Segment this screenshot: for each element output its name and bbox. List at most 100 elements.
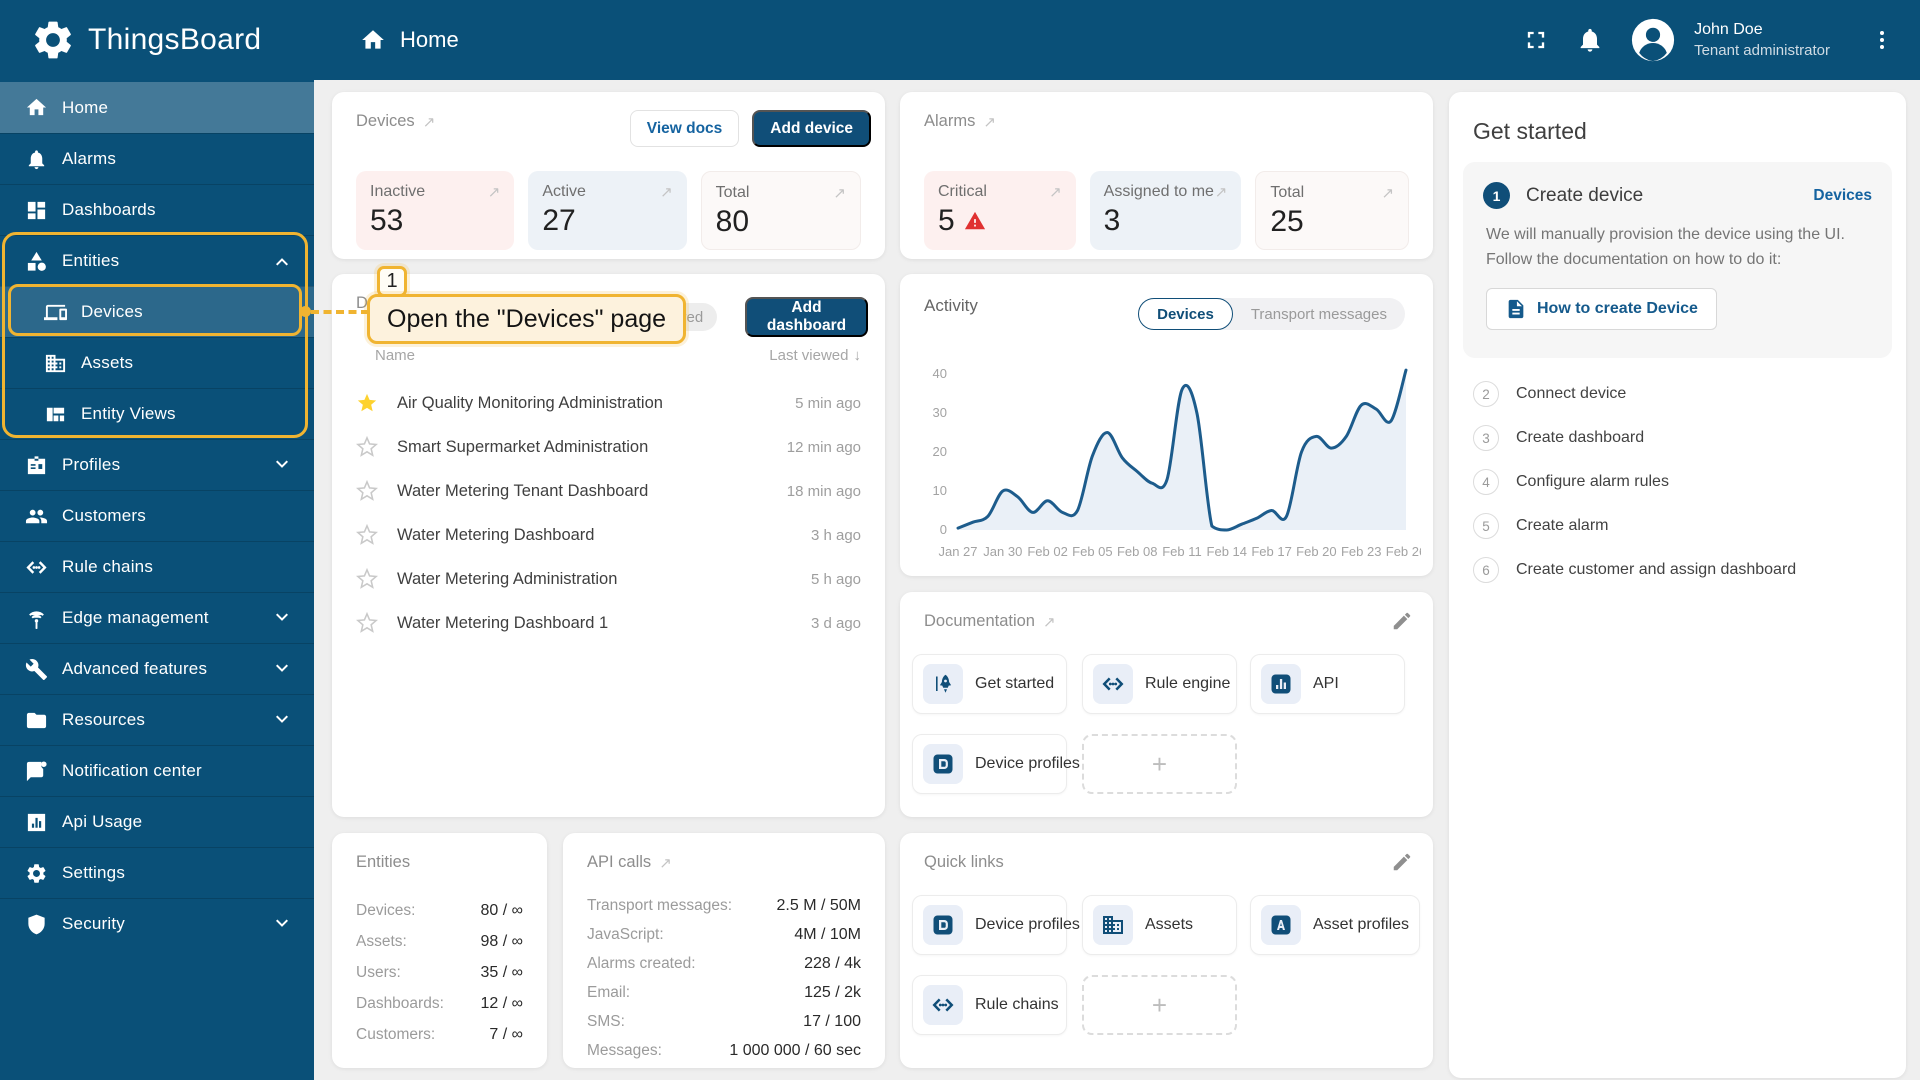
more-vert-icon[interactable]: [1870, 26, 1894, 54]
stat-value: 35 / ∞: [480, 963, 523, 981]
api-calls-card-title[interactable]: API calls ↗: [587, 853, 672, 872]
sidebar-item-profiles[interactable]: Profiles: [0, 439, 314, 490]
sidebar-item-notification-center[interactable]: Notification center: [0, 745, 314, 796]
svg-text:Feb 20: Feb 20: [1296, 544, 1336, 559]
dashboard-name[interactable]: Water Metering Dashboard 1: [397, 614, 608, 633]
dashboard-name[interactable]: Water Metering Administration: [397, 570, 617, 589]
table-row[interactable]: Water Metering Dashboard 3 h ago: [356, 513, 861, 557]
svg-text:10: 10: [933, 483, 947, 498]
star-icon[interactable]: [356, 568, 378, 590]
doc-link-api[interactable]: API: [1250, 654, 1405, 714]
active-devices-tile[interactable]: Active ↗ 27: [528, 171, 687, 250]
chevron-down-icon[interactable]: [272, 455, 292, 475]
documentation-card-title[interactable]: Documentation ↗: [924, 612, 1056, 631]
sidebar-item-api-usage[interactable]: Api Usage: [0, 796, 314, 847]
table-row[interactable]: Water Metering Tenant Dashboard 18 min a…: [356, 469, 861, 513]
step-number-badge: 6: [1473, 557, 1499, 583]
svg-text:40: 40: [933, 366, 947, 381]
get-started-step-2[interactable]: 2 Connect device: [1473, 372, 1882, 416]
view-docs-button[interactable]: View docs: [629, 110, 740, 147]
quick-link-assets[interactable]: Assets: [1082, 895, 1237, 955]
user-info[interactable]: John Doe Tenant administrator: [1694, 20, 1830, 60]
app-logo[interactable]: ThingsBoard: [0, 0, 314, 80]
critical-alarms-tile[interactable]: Critical ↗ 5: [924, 171, 1076, 250]
add-doc-link-tile[interactable]: +: [1082, 734, 1237, 794]
alarms-card-title[interactable]: Alarms ↗: [924, 112, 996, 131]
add-dashboard-button[interactable]: Add dashboard: [745, 297, 868, 337]
chevron-down-icon[interactable]: [272, 659, 292, 679]
star-icon[interactable]: [356, 612, 378, 634]
devices-card-title[interactable]: Devices ↗: [356, 112, 435, 131]
get-started-step-5[interactable]: 5 Create alarm: [1473, 504, 1882, 548]
edit-pencil-icon[interactable]: [1391, 610, 1413, 632]
quick-link-rule-chains[interactable]: Rule chains: [912, 975, 1067, 1035]
quick-link-asset-profiles[interactable]: Asset profiles: [1250, 895, 1420, 955]
rule-chains-icon: [25, 556, 48, 579]
annotation-connector-line: [311, 310, 369, 314]
external-link-icon[interactable]: ↗: [1043, 613, 1056, 631]
star-icon[interactable]: [356, 524, 378, 546]
chevron-down-icon[interactable]: [272, 710, 292, 730]
doc-link-device-profiles[interactable]: Device profiles: [912, 734, 1080, 794]
dashboard-name[interactable]: Water Metering Dashboard: [397, 526, 594, 545]
external-link-icon[interactable]: ↗: [983, 113, 996, 131]
sidebar-item-resources[interactable]: Resources: [0, 694, 314, 745]
devices-link[interactable]: Devices: [1813, 187, 1872, 205]
external-link-icon[interactable]: ↗: [659, 854, 672, 872]
doc-link-rule-engine[interactable]: Rule engine: [1082, 654, 1237, 714]
bell-icon[interactable]: [1576, 26, 1604, 54]
table-row[interactable]: Water Metering Dashboard 1 3 d ago: [356, 601, 861, 645]
get-started-step-1[interactable]: 1 Create device Devices We will manually…: [1463, 162, 1892, 358]
table-row[interactable]: Smart Supermarket Administration 12 min …: [356, 425, 861, 469]
assets-icon: [1093, 905, 1133, 945]
quick-link-device-profiles[interactable]: Device profiles: [912, 895, 1080, 955]
stat-label: Customers:: [356, 1025, 436, 1043]
toggle-transport-messages[interactable]: Transport messages: [1233, 298, 1405, 330]
total-devices-tile[interactable]: Total ↗ 80: [700, 171, 861, 250]
sidebar-item-advanced-features[interactable]: Advanced features: [0, 643, 314, 694]
step-number-badge: 1: [1483, 182, 1510, 209]
fullscreen-icon[interactable]: [1522, 26, 1550, 54]
how-to-create-device-button[interactable]: How to create Device: [1486, 287, 1717, 330]
chevron-down-icon[interactable]: [272, 608, 292, 628]
dashboard-name[interactable]: Smart Supermarket Administration: [397, 438, 648, 457]
assigned-alarms-tile[interactable]: Assigned to me ↗ 3: [1089, 171, 1242, 250]
avatar[interactable]: [1630, 17, 1676, 63]
stat-value: 2.5 M / 50M: [776, 896, 861, 914]
get-started-step-4[interactable]: 4 Configure alarm rules: [1473, 460, 1882, 504]
add-quick-link-tile[interactable]: +: [1082, 975, 1237, 1035]
list-item: Devices: 80 / ∞: [356, 895, 523, 926]
sidebar-item-rule-chains[interactable]: Rule chains: [0, 541, 314, 592]
table-row[interactable]: Water Metering Administration 5 h ago: [356, 557, 861, 601]
add-device-button[interactable]: Add device: [752, 110, 871, 147]
star-icon[interactable]: [356, 436, 378, 458]
annotation-callout: Open the "Devices" page: [367, 294, 687, 344]
star-icon[interactable]: [356, 480, 378, 502]
home-icon: [360, 27, 386, 53]
chevron-down-icon[interactable]: [272, 914, 292, 934]
annotation-step-badge: 1: [377, 266, 407, 297]
get-started-step-3[interactable]: 3 Create dashboard: [1473, 416, 1882, 460]
sidebar-item-alarms[interactable]: Alarms: [0, 133, 314, 184]
toggle-devices[interactable]: Devices: [1138, 298, 1233, 330]
sidebar-item-dashboards[interactable]: Dashboards: [0, 184, 314, 235]
dashboard-name[interactable]: Air Quality Monitoring Administration: [397, 394, 663, 413]
sidebar-item-security[interactable]: Security: [0, 898, 314, 949]
doc-link-get-started[interactable]: Get started: [912, 654, 1067, 714]
get-started-step-6[interactable]: 6 Create customer and assign dashboard: [1473, 548, 1882, 592]
edit-pencil-icon[interactable]: [1391, 851, 1413, 873]
dashboard-name[interactable]: Water Metering Tenant Dashboard: [397, 482, 648, 501]
sidebar-item-settings[interactable]: Settings: [0, 847, 314, 898]
star-icon[interactable]: [356, 392, 378, 414]
svg-text:Feb 05: Feb 05: [1072, 544, 1112, 559]
tile-label: Assigned to me: [1103, 183, 1214, 200]
sidebar-item-home[interactable]: Home: [0, 82, 314, 133]
external-link-icon[interactable]: ↗: [423, 113, 436, 131]
inactive-devices-tile[interactable]: Inactive ↗ 53: [356, 171, 515, 250]
column-header-name[interactable]: Name: [375, 347, 415, 364]
sidebar-item-customers[interactable]: Customers: [0, 490, 314, 541]
table-row[interactable]: Air Quality Monitoring Administration 5 …: [356, 381, 861, 425]
sidebar-item-edge-management[interactable]: Edge management: [0, 592, 314, 643]
total-alarms-tile[interactable]: Total ↗ 25: [1255, 171, 1410, 250]
column-header-last-viewed[interactable]: Last viewed ↓: [769, 347, 861, 364]
